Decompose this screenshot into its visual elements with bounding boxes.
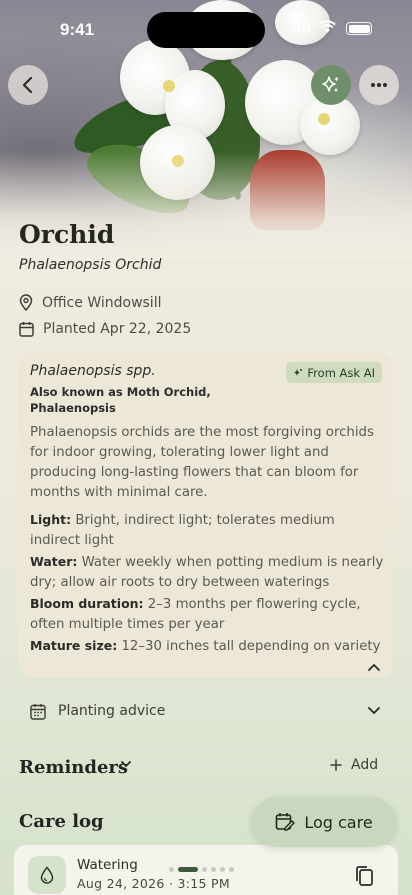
- pager-dot: [229, 867, 234, 872]
- plant-description: Phalaenopsis orchids are the most forgiv…: [30, 425, 374, 500]
- fact-label: Water:: [30, 554, 78, 569]
- chevron-up-icon[interactable]: [367, 662, 381, 672]
- more-options-button[interactable]: [359, 65, 399, 105]
- planting-advice-label: Planting advice: [58, 703, 166, 719]
- planted-date-row: Planted Apr 22, 2025: [19, 321, 191, 337]
- pager-dots: [169, 867, 234, 872]
- fact-value: Water weekly when potting medium is near…: [30, 555, 384, 590]
- plus-icon: [330, 759, 342, 771]
- ai-plant-info-card: Phalaenopsis spp. Also known as Moth Orc…: [18, 352, 393, 678]
- sparkles-icon: [294, 368, 303, 376]
- cellular-signal-icon: [292, 23, 310, 33]
- add-reminder-button[interactable]: Add: [330, 757, 378, 773]
- chevron-down-icon: [368, 707, 380, 714]
- badge-label: From Ask AI: [307, 365, 375, 380]
- care-log-type: Watering: [77, 857, 138, 873]
- pager-dot-active: [178, 867, 198, 872]
- status-bar: 9:41: [0, 0, 412, 54]
- fact-label: Bloom duration:: [30, 596, 144, 611]
- pager-dot: [169, 867, 174, 872]
- wifi-icon: [318, 20, 336, 33]
- location-pin-icon: [19, 294, 33, 311]
- reminders-title[interactable]: Reminders: [19, 757, 128, 778]
- pager-dot: [202, 867, 207, 872]
- calendar-edit-icon: [276, 813, 296, 831]
- battery-icon: [346, 22, 372, 35]
- scientific-name: Phalaenopsis spp.: [30, 363, 156, 379]
- planting-advice-row[interactable]: Planting advice: [18, 690, 393, 732]
- water-drop-icon: [40, 866, 54, 884]
- calendar-icon: [19, 322, 34, 337]
- chevron-left-icon: [22, 76, 33, 94]
- pager-dot: [220, 867, 225, 872]
- chevron-down-icon[interactable]: [120, 760, 132, 769]
- from-ask-ai-badge: From Ask AI: [286, 362, 382, 383]
- care-log-title: Care log: [19, 811, 104, 832]
- flower-center: [318, 113, 330, 125]
- care-log-entry[interactable]: Watering Aug 24, 2026 · 3:15 PM: [14, 845, 398, 895]
- add-label: Add: [351, 757, 379, 773]
- log-care-label: Log care: [304, 812, 373, 832]
- plant-common-name: Phalaenopsis Orchid: [19, 257, 162, 273]
- fact-label: Mature size:: [30, 638, 118, 653]
- pager-dot: [211, 867, 216, 872]
- ask-ai-button[interactable]: [311, 65, 351, 105]
- fact-label: Light:: [30, 512, 72, 527]
- status-time: 9:41: [60, 20, 95, 39]
- fact-light: Light: Bright, indirect light; tolerates…: [30, 510, 388, 550]
- care-log-date: Aug 24, 2026 · 3:15 PM: [77, 876, 230, 891]
- fact-mature-size: Mature size: 12–30 inches tall depending…: [30, 636, 388, 657]
- fact-bloom-duration: Bloom duration: 2–3 months per flowering…: [30, 594, 388, 634]
- calendar-grid-icon: [30, 703, 46, 720]
- back-button[interactable]: [8, 65, 48, 105]
- dynamic-island: [147, 12, 265, 48]
- location-text: Office Windowsill: [42, 294, 162, 311]
- fact-value: 12–30 inches tall depending on variety: [121, 639, 381, 654]
- plant-facts: Light: Bright, indirect light; tolerates…: [30, 510, 388, 659]
- copy-icon[interactable]: [354, 865, 374, 887]
- planted-date-text: Planted Apr 22, 2025: [43, 321, 192, 337]
- log-care-button[interactable]: Log care: [252, 797, 396, 847]
- fact-value: Bright, indirect light; tolerates medium…: [30, 513, 335, 548]
- sparkles-icon: [322, 76, 339, 92]
- flower-center: [163, 80, 175, 92]
- watering-type-badge: [28, 856, 66, 894]
- also-known-as: Also known as Moth Orchid, Phalaenopsis: [30, 385, 211, 415]
- fact-water: Water: Water weekly when potting medium …: [30, 552, 388, 592]
- more-icon: [371, 83, 387, 87]
- location-row: Office Windowsill: [19, 294, 161, 311]
- plant-name: Orchid: [19, 220, 115, 249]
